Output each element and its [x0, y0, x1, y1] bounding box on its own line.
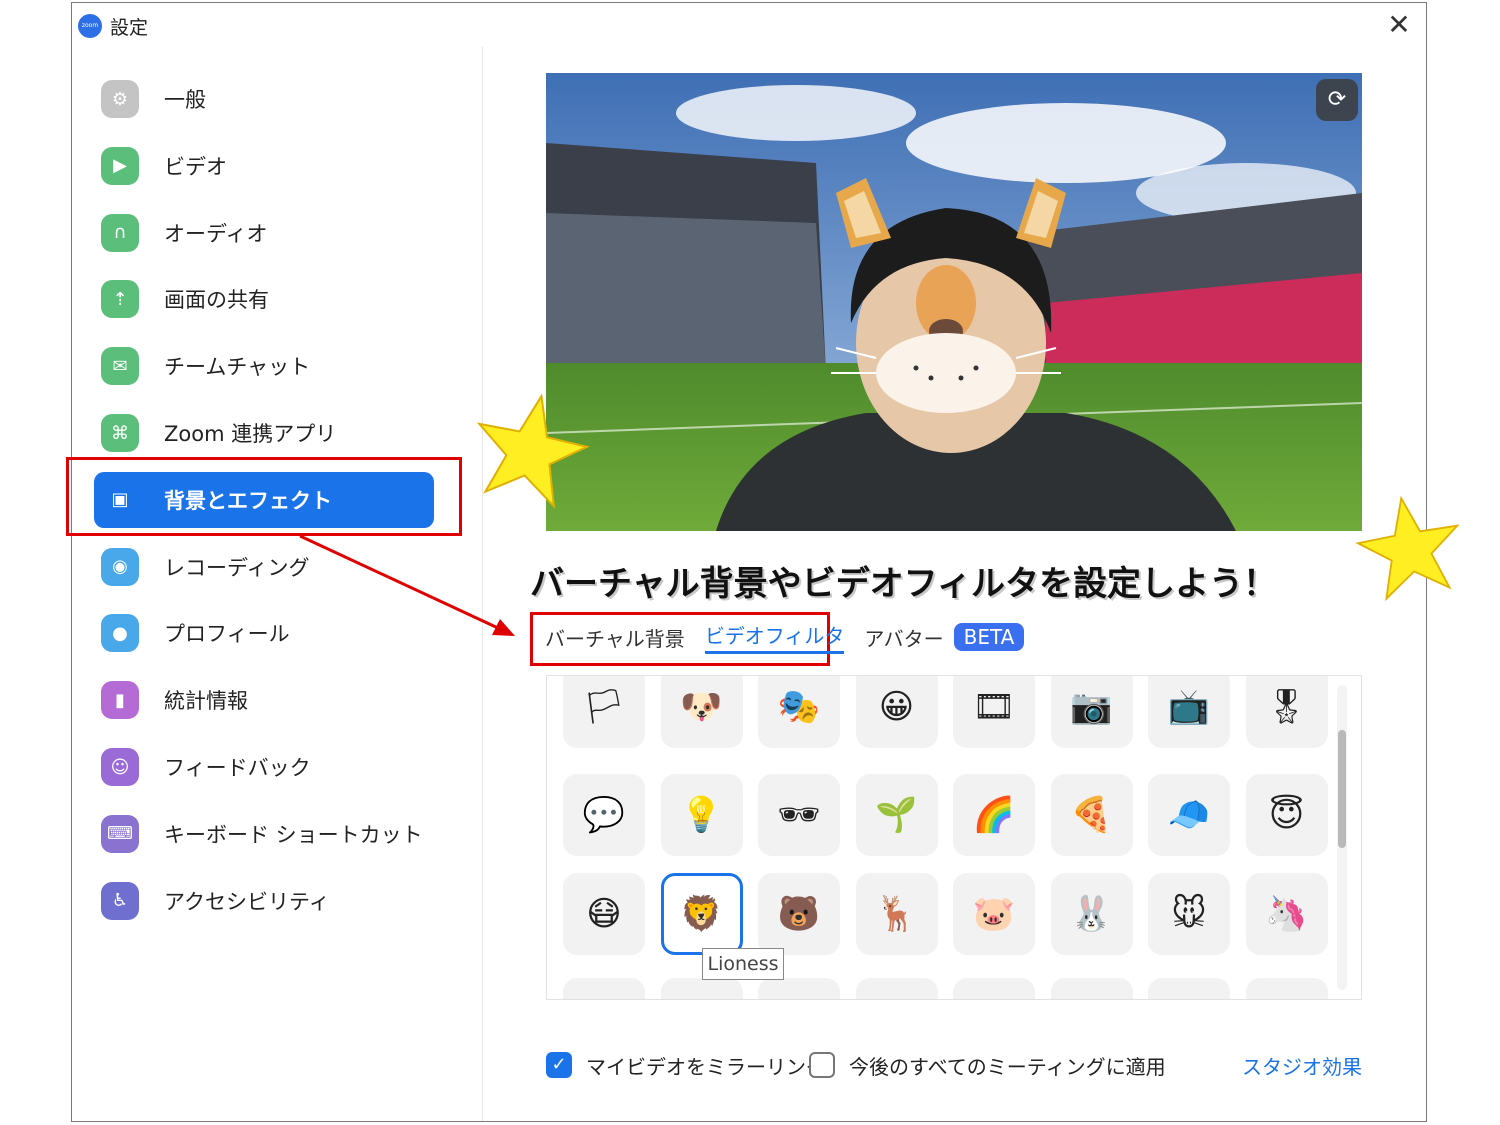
filter-tile[interactable]: [855, 978, 938, 999]
effect-tabs: バーチャル背景 ビデオフィルタ アバター BETA: [545, 620, 1025, 654]
unicorn-icon: 🦄: [1265, 894, 1308, 934]
filter-tile-reindeer[interactable]: 🦌: [855, 873, 938, 955]
filter-tile-sunglasses[interactable]: 🕶: [758, 774, 840, 856]
award-ribbon-icon: 🎖: [1264, 687, 1309, 727]
rainbow-face-icon: 🌈: [972, 795, 1016, 835]
filter-tile-mouse[interactable]: 🐭: [1148, 873, 1230, 955]
decorative-star-icon: [1355, 495, 1460, 602]
filter-tile[interactable]: [1148, 978, 1230, 999]
bunny-icon: 🐰: [1070, 894, 1113, 934]
filter-tile-camera-frame[interactable]: 📷: [1050, 676, 1133, 748]
filter-tile-face-mask[interactable]: 😷: [563, 873, 645, 955]
filter-tile-pride-frame[interactable]: 🏳: [563, 676, 645, 748]
bear-icon: 🐻: [777, 894, 821, 934]
filter-tile-huh-bubble[interactable]: 💬: [563, 774, 645, 856]
theater-icon: 🎭: [777, 687, 821, 727]
mirror-video-label: マイビデオをミラーリング: [586, 1055, 826, 1079]
filter-tile-cap-face[interactable]: 🧢: [1148, 774, 1230, 856]
holiday-lights-icon: 💡: [680, 795, 723, 835]
filter-tooltip: Lioness: [702, 948, 784, 980]
filter-grid: 🏳 🐶 🎭 😀 🎞 📷 📺 🎖 💬 💡 🕶 🌱 🌈 🍕 🧢 😇 😷 🦁 🐻 🦌 🐷 🐰 🐭 🦄: [546, 675, 1362, 1000]
pig-icon: 🐷: [972, 894, 1016, 934]
filter-tile-award-ribbon[interactable]: 🎖: [1245, 676, 1328, 748]
decorative-star-icon: [476, 393, 590, 510]
filmstrip-icon: 🎞: [972, 687, 1016, 727]
filter-footer: ✓ マイビデオをミラーリング 今後のすべてのミーティングに適用 スタジオ効果: [546, 1050, 1362, 1080]
tv-frame-icon: 📺: [1167, 687, 1211, 727]
filter-tile[interactable]: [660, 978, 743, 999]
reindeer-icon: 🦌: [875, 894, 918, 934]
filter-tile[interactable]: [1050, 978, 1133, 999]
lioness-icon: 🦁: [680, 894, 723, 934]
pride-frame-icon: 🏳: [582, 687, 626, 727]
tab-video-filters[interactable]: ビデオフィルタ: [704, 620, 845, 654]
filter-tile-halo-face[interactable]: 😇: [1245, 774, 1328, 856]
filter-tile-lioness[interactable]: 🦁: [660, 873, 743, 955]
filter-tile-rainbow-face[interactable]: 🌈: [953, 774, 1035, 856]
tab-virtual-background[interactable]: バーチャル背景: [545, 623, 685, 652]
filter-tile-emoji-frame[interactable]: 😀: [855, 676, 938, 748]
filter-tile[interactable]: [1245, 978, 1328, 999]
video-preview: [546, 73, 1362, 531]
apply-all-meetings-checkbox[interactable]: [809, 1052, 835, 1078]
filter-tile-bear[interactable]: 🐻: [758, 873, 840, 955]
pizza-face-icon: 🍕: [1070, 795, 1113, 835]
filter-tile-pig[interactable]: 🐷: [953, 873, 1035, 955]
filter-tile-bunny[interactable]: 🐰: [1050, 873, 1133, 955]
sprout-face-icon: 🌱: [875, 795, 918, 835]
camera-frame-icon: 📷: [1070, 687, 1113, 727]
filter-tile-holiday-lights[interactable]: 💡: [660, 774, 743, 856]
annotation-headline: バーチャル背景やビデオフィルタを設定しよう！: [530, 564, 1277, 604]
filter-tile[interactable]: [563, 978, 645, 999]
filter-scrollbar-thumb[interactable]: [1338, 730, 1346, 848]
mouse-icon: 🐭: [1171, 894, 1207, 934]
huh-bubble-icon: 💬: [582, 795, 626, 835]
emoji-frame-icon: 😀: [878, 687, 915, 727]
tab-avatars[interactable]: アバター: [864, 623, 943, 652]
filter-tile-pizza-face[interactable]: 🍕: [1050, 774, 1133, 856]
filter-tile-filmstrip[interactable]: 🎞: [953, 676, 1035, 748]
mirror-video-checkbox[interactable]: ✓: [546, 1052, 572, 1078]
rotate-preview-button[interactable]: ⟳: [1316, 79, 1358, 121]
filter-tile[interactable]: [758, 978, 840, 999]
filter-tile-theater[interactable]: 🎭: [758, 676, 840, 748]
beta-badge: BETA: [953, 623, 1025, 651]
filter-tile-sprout-face[interactable]: 🌱: [855, 774, 938, 856]
filter-tile-corgi-frame[interactable]: 🐶: [660, 676, 743, 748]
filter-tile-unicorn[interactable]: 🦄: [1245, 873, 1328, 955]
corgi-frame-icon: 🐶: [680, 687, 723, 727]
sunglasses-icon: 🕶: [777, 795, 821, 835]
halo-face-icon: 😇: [1268, 795, 1305, 835]
cap-face-icon: 🧢: [1167, 795, 1211, 835]
face-mask-icon: 😷: [586, 894, 622, 934]
apply-all-meetings-label: 今後のすべてのミーティングに適用: [849, 1055, 1166, 1079]
studio-effects-link[interactable]: スタジオ効果: [1242, 1051, 1362, 1080]
filter-tile[interactable]: [953, 978, 1035, 999]
filter-tile-tv-frame[interactable]: 📺: [1148, 676, 1230, 748]
